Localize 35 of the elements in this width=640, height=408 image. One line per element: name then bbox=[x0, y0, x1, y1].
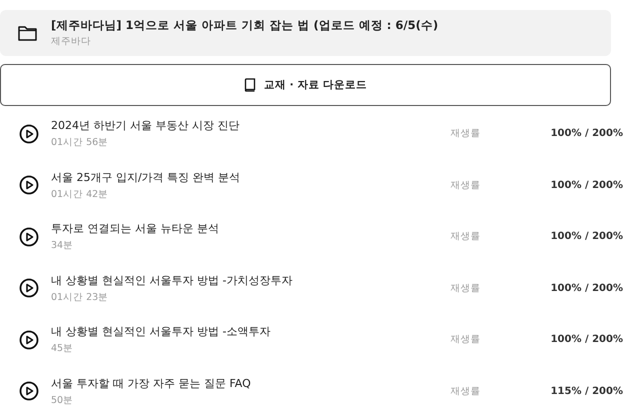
playback-rate-label: 재생률 bbox=[450, 127, 482, 140]
playback-rate: 100% / 200% bbox=[550, 334, 623, 346]
playback-rate: 100% / 200% bbox=[550, 231, 623, 242]
playback-rate-label: 재생률 bbox=[450, 384, 482, 398]
playback-rate: 115% / 200% bbox=[550, 386, 623, 397]
lesson-title[interactable]: 서울 25개구 입지/가격 특징 완벽 분석 bbox=[51, 170, 451, 185]
play-icon[interactable] bbox=[19, 330, 39, 350]
lesson-duration: 34분 bbox=[51, 239, 74, 252]
playback-rate: 100% / 200% bbox=[550, 282, 623, 294]
folder-icon bbox=[18, 25, 37, 41]
lesson-title[interactable]: 2024년 하반기 서울 부동산 시장 진단 bbox=[51, 118, 451, 134]
book-icon bbox=[244, 78, 256, 92]
lesson-duration: 45분 bbox=[51, 342, 74, 356]
lesson-duration: 01시간 23분 bbox=[51, 290, 110, 304]
lesson-title[interactable]: 서울 투자할 때 가장 자주 묻는 질문 FAQ bbox=[51, 376, 451, 391]
download-button[interactable]: 교재 · 자료 다운로드 bbox=[0, 64, 611, 106]
course-author: 제주바다 bbox=[51, 35, 92, 48]
playback-rate: 100% / 200% bbox=[550, 180, 623, 191]
course-title: [제주바다님] 1억으로 서울 아파트 기회 잡는 법 (업로드 예정 : 6/5(수) bbox=[51, 18, 438, 33]
lesson-title[interactable]: 투자로 연결되는 서울 뉴타운 분석 bbox=[51, 221, 451, 236]
playback-rate: 100% / 200% bbox=[550, 128, 623, 140]
play-icon[interactable] bbox=[19, 226, 39, 247]
playback-rate-label: 재생률 bbox=[450, 230, 482, 244]
play-icon[interactable] bbox=[19, 175, 39, 196]
playback-rate-label: 재생률 bbox=[450, 282, 482, 295]
play-icon[interactable] bbox=[19, 278, 39, 298]
lesson-title[interactable]: 내 상황별 현실적인 서울투자 방법 -소액투자 bbox=[51, 324, 451, 340]
playback-rate-label: 재생률 bbox=[450, 333, 482, 346]
lesson-duration: 01시간 56분 bbox=[51, 136, 110, 150]
lesson-title[interactable]: 내 상황별 현실적인 서울투자 방법 -가치성장투자 bbox=[51, 272, 451, 288]
lesson-duration: 50분 bbox=[51, 394, 74, 407]
lesson-duration: 01시간 42분 bbox=[51, 188, 110, 201]
play-icon[interactable] bbox=[19, 124, 39, 144]
playback-rate-label: 재생률 bbox=[450, 178, 482, 192]
play-icon[interactable] bbox=[19, 381, 39, 402]
